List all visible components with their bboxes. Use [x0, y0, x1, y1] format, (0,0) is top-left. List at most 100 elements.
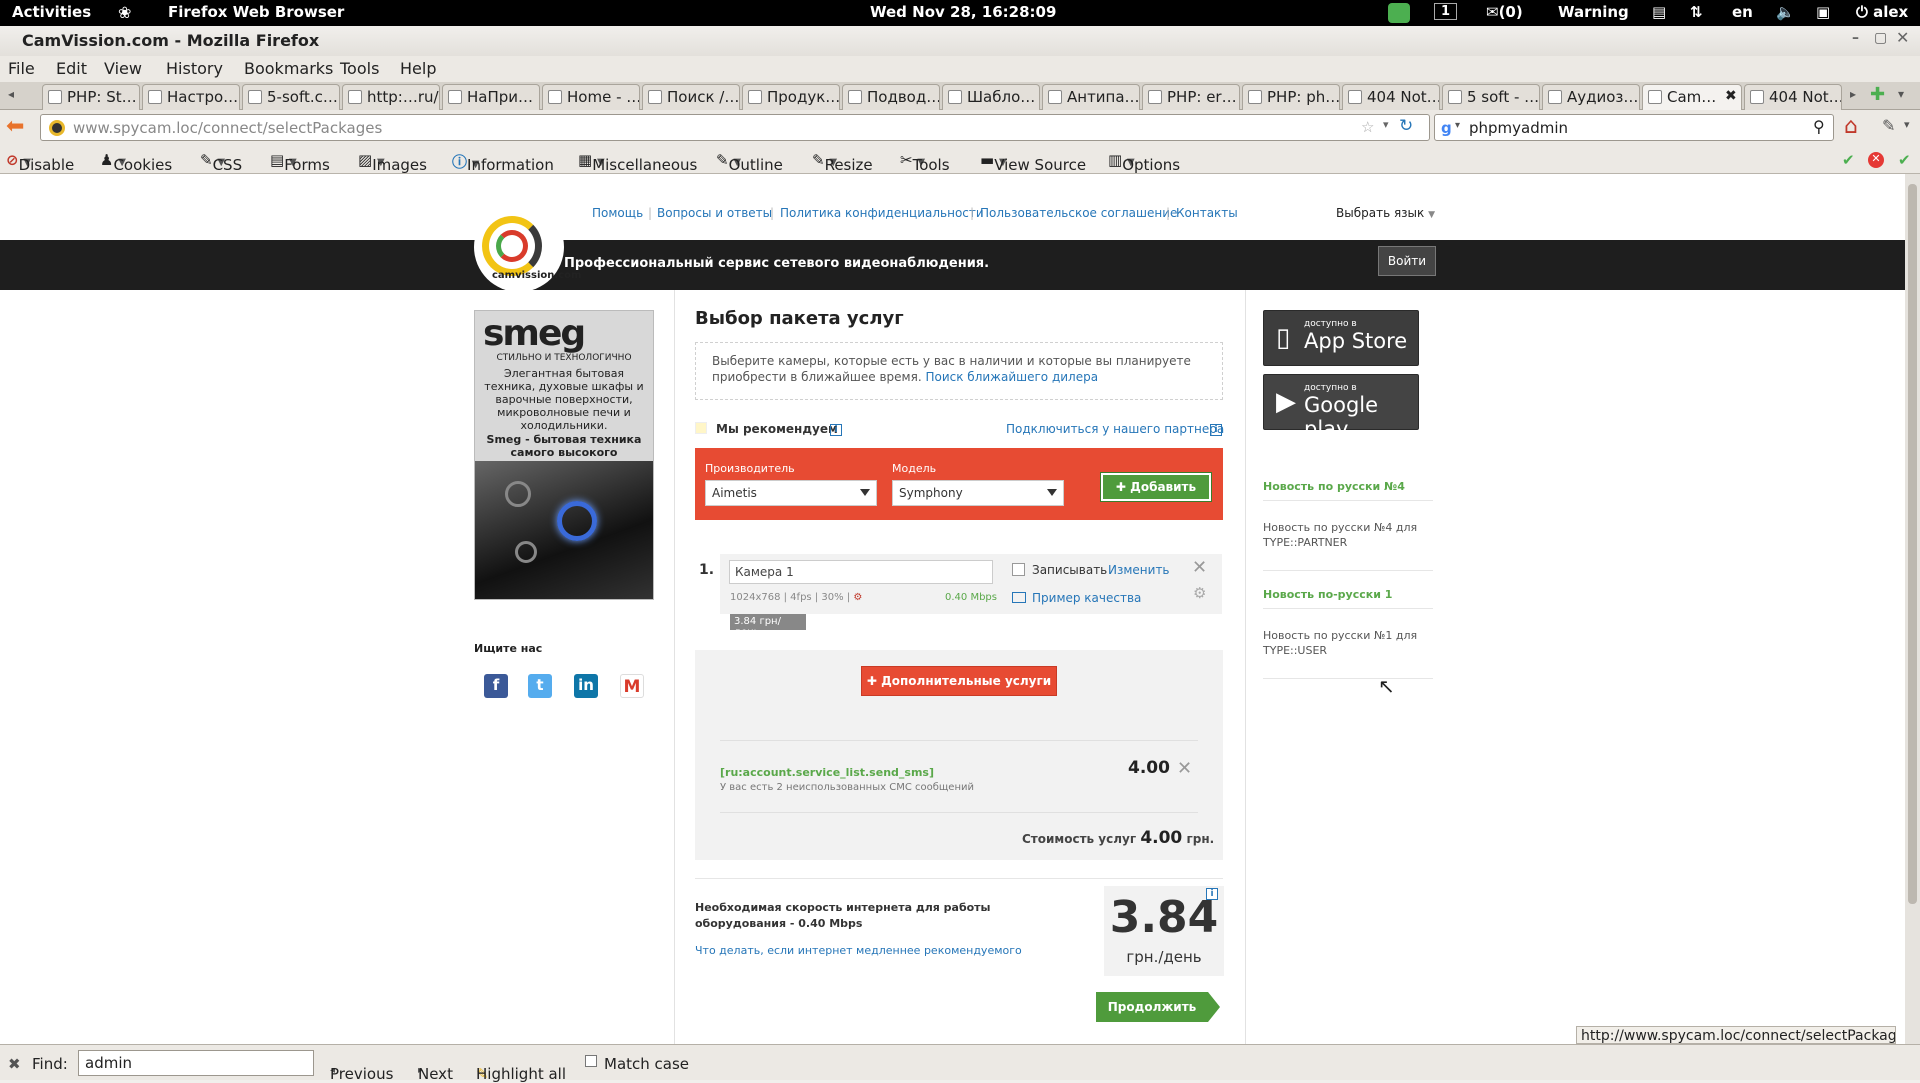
dev-images[interactable]: ▨ Images ▼ [358, 151, 427, 174]
google-play-button[interactable]: ▶ доступно в Google play [1263, 374, 1419, 441]
url-bar[interactable]: www.spycam.loc/connect/selectPackages ☆ … [40, 114, 1430, 141]
model-select[interactable]: Symphony [892, 480, 1064, 506]
home-icon[interactable]: ⌂ [1844, 114, 1858, 139]
scrollbar-thumb[interactable] [1908, 184, 1917, 904]
dev-miscellaneous[interactable]: ▦ Miscellaneous ▼ [578, 151, 697, 174]
workspace-indicator[interactable]: 1 [1434, 3, 1458, 20]
info-icon[interactable]: i [830, 424, 842, 436]
info-icon[interactable]: i [1206, 888, 1218, 900]
menu-bookmarks[interactable]: Bookmarks [244, 59, 333, 78]
user-menu[interactable]: ⏻ alex [1856, 3, 1908, 21]
partner-link[interactable]: Подключиться у нашего партнера [1006, 422, 1224, 436]
maker-select[interactable]: Aimetis [705, 480, 877, 506]
tab[interactable]: Аудиоз… [1542, 84, 1640, 110]
js-error-icon[interactable]: ✕ [1868, 152, 1884, 168]
match-case-checkbox[interactable] [585, 1055, 597, 1067]
tab[interactable]: Шабло… [942, 84, 1040, 110]
window-titlebar[interactable]: CamVission.com - Mozilla Firefox – ▢ ✕ [0, 26, 1920, 56]
news-title[interactable]: Новость по русски №4 [1263, 480, 1405, 493]
camera-settings-icon[interactable]: ⚙ [853, 592, 862, 603]
search-icon[interactable]: ⚲ [1813, 117, 1825, 136]
history-dropdown-icon[interactable]: ▾ [1383, 118, 1389, 131]
menu-edit[interactable]: Edit [56, 59, 87, 78]
google-icon[interactable]: g [1441, 119, 1452, 137]
add-camera-button[interactable]: ✚ Добавить [1100, 472, 1212, 502]
continue-arrow[interactable] [1208, 992, 1220, 1022]
vertical-scrollbar[interactable] [1905, 174, 1920, 1044]
tab[interactable]: Home - … [542, 84, 640, 110]
dev-cookies[interactable]: ♟ Cookies ▼ [100, 151, 172, 174]
reload-icon[interactable]: ↻ [1399, 116, 1413, 136]
camera-name-input[interactable]: Камера 1 [729, 560, 993, 584]
link-privacy[interactable]: Политика конфиденциальности [780, 206, 984, 220]
link-terms[interactable]: Пользовательское соглашение [980, 206, 1177, 220]
tab[interactable]: http:…ru/ [342, 84, 440, 110]
mail-indicator[interactable]: ✉(0) [1486, 3, 1523, 21]
html-valid-icon[interactable]: ✔ [1898, 151, 1911, 169]
minimize-icon[interactable]: – [1852, 30, 1859, 46]
tab[interactable]: 404 Not… [1744, 84, 1842, 110]
tab[interactable]: НаПри… [442, 84, 540, 110]
info-icon[interactable]: i [1210, 424, 1222, 436]
dev-view-source[interactable]: ▬ View Source ▼ [980, 151, 1086, 174]
dealer-link[interactable]: Поиск ближайшего дилера [925, 370, 1098, 384]
dev-information[interactable]: ⓘ Information ▼ [452, 151, 554, 174]
update-icon[interactable] [1388, 3, 1410, 23]
tab-list-icon[interactable]: ▾ [1898, 87, 1904, 101]
clock[interactable]: Wed Nov 28, 16:28:09 [870, 3, 1056, 21]
record-checkbox[interactable] [1012, 563, 1025, 576]
news-title[interactable]: Новость по-русски 1 [1263, 588, 1392, 601]
menu-file[interactable]: File [8, 59, 35, 78]
site-identity-icon[interactable] [49, 120, 65, 136]
facebook-icon[interactable]: f [484, 674, 508, 698]
tab[interactable]: Антипа… [1042, 84, 1140, 110]
bookmark-star-icon[interactable]: ☆ [1361, 118, 1374, 136]
search-engine-dropdown-icon[interactable]: ▾ [1455, 120, 1460, 131]
language-indicator[interactable]: en [1732, 3, 1753, 21]
close-tab-icon[interactable]: ✖ [1725, 88, 1737, 104]
menu-view[interactable]: View [104, 59, 142, 78]
tab[interactable]: Поиск /… [642, 84, 740, 110]
addon-dropdown-icon[interactable]: ▾ [1904, 118, 1910, 131]
edit-camera-link[interactable]: Изменить [1108, 563, 1170, 577]
activities-button[interactable]: Activities [12, 3, 91, 21]
back-arrow-icon[interactable]: ⬅ [6, 114, 24, 139]
dev-forms[interactable]: ▤ Forms ▼ [270, 151, 330, 174]
link-help[interactable]: Помощь [592, 206, 643, 220]
dev-outline[interactable]: ✎ Outline ▼ [716, 151, 783, 174]
tab[interactable]: 5 soft - … [1442, 84, 1540, 110]
app-store-button[interactable]: ▯ доступно в App Store [1263, 310, 1419, 366]
tab[interactable]: 5-soft.c… [242, 84, 340, 110]
language-selector[interactable]: Выбрать язык ▼ [1336, 206, 1435, 220]
addon-icon[interactable]: ✎ [1882, 116, 1895, 135]
tab-active[interactable]: Cam… ✖ [1642, 84, 1742, 110]
tab[interactable]: PHP: St… [42, 84, 140, 110]
tab[interactable]: PHP: ph… [1242, 84, 1340, 110]
find-input[interactable]: admin [78, 1050, 314, 1076]
gmail-icon[interactable]: M [620, 674, 644, 698]
tab[interactable]: Подвод… [842, 84, 940, 110]
menu-history[interactable]: History [166, 59, 223, 78]
menu-help[interactable]: Help [400, 59, 436, 78]
slow-internet-link[interactable]: Что делать, если интернет медленнее реко… [695, 944, 1022, 957]
dev-disable[interactable]: ⊘ Disable ▼ [6, 151, 74, 174]
folder-icon[interactable]: ▤ [1652, 3, 1666, 21]
tab[interactable]: PHP: er… [1142, 84, 1240, 110]
continue-button[interactable]: Продолжить [1096, 992, 1208, 1022]
warning-indicator[interactable]: Warning [1558, 3, 1629, 21]
network-icon[interactable]: ⇅ [1690, 3, 1703, 21]
app-menu[interactable]: Firefox Web Browser [168, 3, 344, 21]
dev-css[interactable]: ✎ CSS ▼ [200, 151, 242, 174]
link-contacts[interactable]: Контакты [1176, 206, 1238, 220]
tab[interactable]: Настро… [142, 84, 240, 110]
tabs-scroll-left-icon[interactable]: ◂ [8, 87, 14, 101]
close-window-icon[interactable]: ✕ [1896, 28, 1909, 47]
new-tab-icon[interactable]: ✚ [1870, 84, 1885, 105]
link-faq[interactable]: Вопросы и ответы [657, 206, 772, 220]
dev-tools[interactable]: ✂ Tools ▼ [900, 151, 950, 174]
additional-services-button[interactable]: ✚ Дополнительные услуги [861, 666, 1057, 696]
display-icon[interactable]: ▣ [1816, 3, 1830, 21]
maximize-icon[interactable]: ▢ [1874, 30, 1887, 46]
tab[interactable]: Продук… [742, 84, 840, 110]
login-button[interactable]: Войти [1378, 246, 1436, 276]
